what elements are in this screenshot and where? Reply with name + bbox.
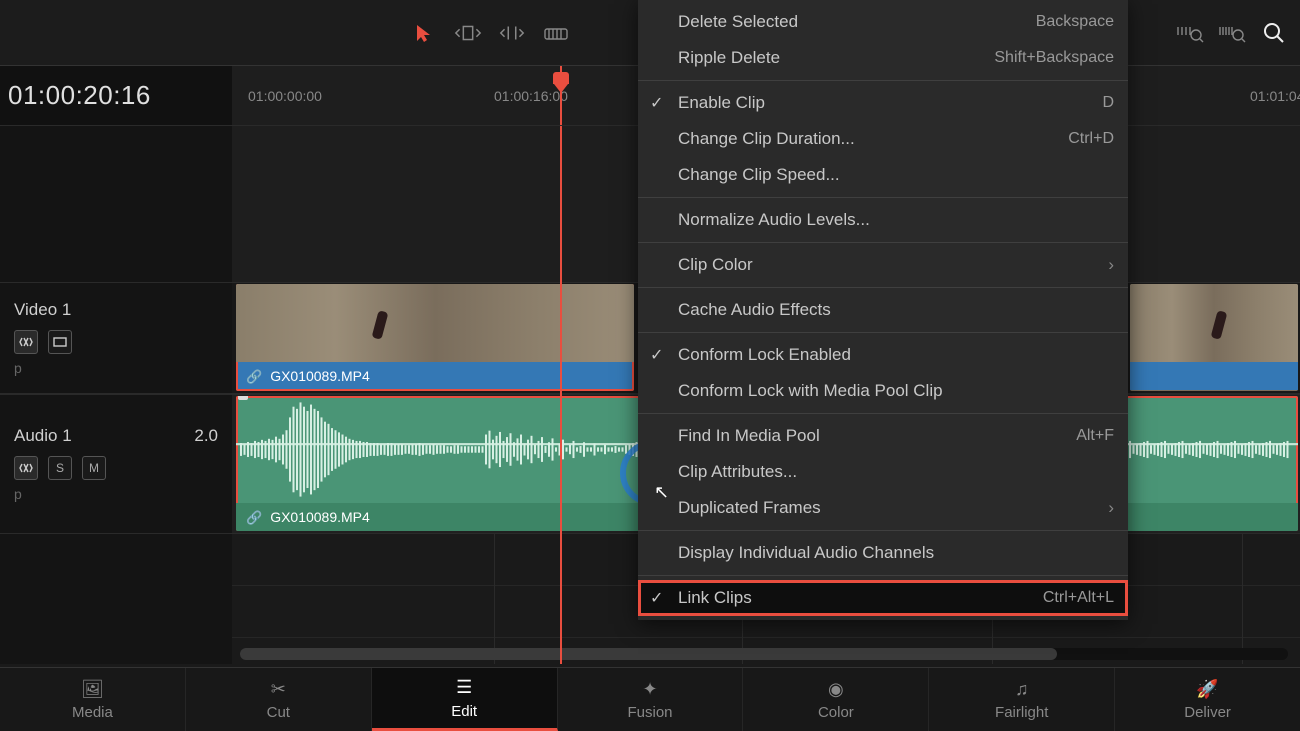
menu-item-link-clips[interactable]: ✓ Link ClipsCtrl+Alt+L bbox=[638, 580, 1128, 616]
menu-item-clip-color[interactable]: Clip Color› bbox=[638, 247, 1128, 283]
scrollbar-thumb[interactable] bbox=[240, 648, 1057, 660]
page-tab-color[interactable]: ◉ Color bbox=[743, 668, 929, 731]
page-tab-label: Fusion bbox=[627, 704, 672, 721]
menu-shortcut: Shift+Backspace bbox=[994, 49, 1114, 67]
page-tab-label: Color bbox=[818, 704, 854, 721]
menu-item-label: Conform Lock with Media Pool Clip bbox=[678, 381, 1114, 401]
menu-shortcut: Ctrl+Alt+L bbox=[1043, 589, 1114, 607]
menu-item-label: Clip Color bbox=[678, 255, 1114, 275]
page-tab-cut[interactable]: ✂ Cut bbox=[186, 668, 372, 731]
page-tab-label: Deliver bbox=[1184, 704, 1231, 721]
page-tab-media[interactable]: 🖼 Media bbox=[0, 668, 186, 731]
menu-item-duplicated-frames[interactable]: Duplicated Frames› bbox=[638, 490, 1128, 526]
chevron-right-icon: › bbox=[1108, 498, 1114, 518]
menu-item-enable-clip[interactable]: ✓ Enable ClipD bbox=[638, 85, 1128, 121]
clip-thumbnails bbox=[236, 284, 634, 362]
track-patch-label: p bbox=[14, 486, 218, 502]
track-channels: 2.0 bbox=[194, 426, 218, 446]
page-tab-deliver[interactable]: 🚀 Deliver bbox=[1115, 668, 1300, 731]
timecode-value: 01:00:20:16 bbox=[8, 80, 151, 111]
fairlight-page-icon: ♫ bbox=[1015, 678, 1029, 700]
track-patch-label: p bbox=[14, 360, 218, 376]
selection-tool-icon[interactable] bbox=[410, 19, 438, 47]
cut-page-icon: ✂ bbox=[271, 678, 286, 700]
clip-context-menu: Delete SelectedBackspaceRipple DeleteShi… bbox=[638, 0, 1128, 620]
page-tab-label: Edit bbox=[451, 703, 477, 720]
dynamic-trim-icon[interactable] bbox=[498, 19, 526, 47]
zoom-custom-icon[interactable] bbox=[1218, 19, 1246, 47]
video-clip[interactable]: GX010089.MP4 bbox=[236, 284, 634, 391]
mute-toggle[interactable]: M bbox=[82, 456, 106, 480]
edit-page-icon: ☰ bbox=[456, 677, 472, 699]
menu-item-label: Link Clips bbox=[678, 588, 1043, 608]
playhead-marker[interactable] bbox=[560, 66, 562, 125]
menu-item-conform-lock-enabled[interactable]: ✓ Conform Lock Enabled bbox=[638, 337, 1128, 373]
media-page-icon: 🖼 bbox=[81, 678, 104, 700]
menu-item-change-clip-duration[interactable]: Change Clip Duration...Ctrl+D bbox=[638, 121, 1128, 157]
check-icon: ✓ bbox=[650, 93, 663, 113]
check-icon: ✓ bbox=[650, 588, 663, 608]
menu-item-label: Find In Media Pool bbox=[678, 426, 1076, 446]
menu-item-label: Duplicated Frames bbox=[678, 498, 1114, 518]
menu-item-label: Enable Clip bbox=[678, 93, 1102, 113]
menu-shortcut: Alt+F bbox=[1076, 427, 1114, 445]
page-tab-label: Fairlight bbox=[995, 704, 1048, 721]
page-tab-edit[interactable]: ☰ Edit bbox=[372, 668, 558, 731]
zoom-presets-icon[interactable] bbox=[1176, 19, 1204, 47]
chevron-right-icon: › bbox=[1108, 255, 1114, 275]
timeline-scrollbar[interactable] bbox=[240, 648, 1288, 660]
fusion-page-icon: ✦ bbox=[642, 678, 657, 700]
track-name: Audio 1 bbox=[14, 426, 72, 446]
audio-track-header[interactable]: Audio 1 2.0 S M p bbox=[0, 395, 232, 534]
clip-name: GX010089.MP4 bbox=[270, 368, 370, 384]
ruler-tick: 01:00:00:00 bbox=[248, 88, 322, 104]
clip-thumbnails bbox=[1130, 284, 1298, 362]
menu-item-find-in-media-pool[interactable]: Find In Media PoolAlt+F bbox=[638, 418, 1128, 454]
video-track-header[interactable]: Video 1 p bbox=[0, 283, 232, 394]
menu-item-display-individual-audio-channels[interactable]: Display Individual Audio Channels bbox=[638, 535, 1128, 571]
track-name: Video 1 bbox=[14, 300, 71, 320]
menu-item-cache-audio-effects[interactable]: Cache Audio Effects bbox=[638, 292, 1128, 328]
menu-item-change-clip-speed[interactable]: Change Clip Speed... bbox=[638, 157, 1128, 193]
color-page-icon: ◉ bbox=[828, 678, 844, 700]
menu-item-normalize-audio-levels[interactable]: Normalize Audio Levels... bbox=[638, 202, 1128, 238]
video-clip[interactable] bbox=[1130, 284, 1298, 391]
timecode-display[interactable]: 01:00:20:16 bbox=[0, 66, 232, 125]
trim-tool-icon[interactable] bbox=[454, 19, 482, 47]
menu-shortcut: D bbox=[1102, 94, 1114, 112]
menu-item-conform-lock-with-media-pool-clip[interactable]: Conform Lock with Media Pool Clip bbox=[638, 373, 1128, 409]
auto-select-toggle[interactable] bbox=[14, 330, 38, 354]
link-icon bbox=[246, 368, 262, 385]
page-tab-fusion[interactable]: ✦ Fusion bbox=[558, 668, 744, 731]
menu-item-delete-selected[interactable]: Delete SelectedBackspace bbox=[638, 4, 1128, 40]
page-tab-label: Cut bbox=[267, 704, 290, 721]
solo-toggle[interactable]: S bbox=[48, 456, 72, 480]
menu-item-label: Change Clip Speed... bbox=[678, 165, 1114, 185]
search-icon[interactable] bbox=[1260, 19, 1288, 47]
page-navigation: 🖼 Media ✂ Cut ☰ Edit ✦ Fusion ◉ Color ♫ Fairlight 🚀 D… bbox=[0, 667, 1300, 731]
menu-item-label: Normalize Audio Levels... bbox=[678, 210, 1114, 230]
page-tab-fairlight[interactable]: ♫ Fairlight bbox=[929, 668, 1115, 731]
blade-tool-icon[interactable] bbox=[542, 19, 570, 47]
menu-item-label: Conform Lock Enabled bbox=[678, 345, 1114, 365]
page-tab-label: Media bbox=[72, 704, 113, 721]
check-icon: ✓ bbox=[650, 345, 663, 365]
menu-item-label: Display Individual Audio Channels bbox=[678, 543, 1114, 563]
menu-item-label: Cache Audio Effects bbox=[678, 300, 1114, 320]
menu-item-label: Delete Selected bbox=[678, 12, 1036, 32]
track-view-toggle[interactable] bbox=[48, 330, 72, 354]
link-icon bbox=[246, 509, 262, 526]
menu-item-clip-attributes[interactable]: Clip Attributes... bbox=[638, 454, 1128, 490]
menu-item-label: Ripple Delete bbox=[678, 48, 994, 68]
menu-item-ripple-delete[interactable]: Ripple DeleteShift+Backspace bbox=[638, 40, 1128, 76]
auto-select-toggle[interactable] bbox=[14, 456, 38, 480]
clip-name: GX010089.MP4 bbox=[270, 509, 370, 525]
menu-item-label: Clip Attributes... bbox=[678, 462, 1114, 482]
menu-shortcut: Ctrl+D bbox=[1068, 130, 1114, 148]
deliver-page-icon: 🚀 bbox=[1196, 678, 1218, 700]
menu-shortcut: Backspace bbox=[1036, 13, 1114, 31]
ruler-tick: 01:01:04 bbox=[1250, 88, 1300, 104]
menu-item-label: Change Clip Duration... bbox=[678, 129, 1068, 149]
